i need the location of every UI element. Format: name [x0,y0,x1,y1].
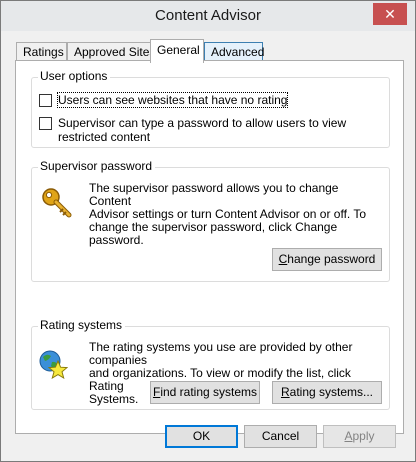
tab-ratings-label: Ratings [23,45,64,59]
general-tab-panel: User options Users can see websites that… [15,60,404,434]
tab-advanced[interactable]: Advanced [204,42,265,61]
cancel-button[interactable]: Cancel [244,425,317,448]
no-rating-option-label: Users can see websites that have no rati… [56,92,289,108]
no-rating-option[interactable]: Users can see websites that have no rati… [39,92,289,108]
tab-approved-sites-label: Approved Sites [74,45,156,59]
window-title: Content Advisor [155,7,261,24]
tab-ratings[interactable]: Ratings [16,42,67,61]
apply-accesskey: A [344,429,353,443]
supervisor-password-description: The supervisor password allows you to ch… [89,182,379,247]
supervisor-override-option-label: Supervisor can type a password to allow … [58,116,346,144]
change-password-accesskey: C [278,252,288,266]
tab-general-label: General [157,43,200,57]
apply-button[interactable]: Apply [323,425,396,448]
find-rating-systems-button[interactable]: Find rating systems [150,381,260,404]
apply-button-label: pply [352,429,375,443]
rating-systems-group: Rating systems The rating systems you us… [31,318,390,410]
tab-advanced-label: Advanced [211,45,265,59]
rating-systems-accesskey: R [280,385,290,399]
key-icon [42,188,72,218]
no-rating-checkbox[interactable] [39,94,52,107]
tab-general[interactable]: General [150,39,204,63]
supervisor-password-desc-line1: The supervisor password allows you to ch… [89,181,339,208]
change-password-button[interactable]: Change password [272,248,382,271]
close-button[interactable]: ✕ [373,3,407,25]
tab-approved-sites[interactable]: Approved Sites [67,42,155,61]
rating-systems-desc-line1: The rating systems you use are provided … [89,340,353,367]
supervisor-password-label: Supervisor password [38,159,156,173]
dialog-client-area: Ratings Approved Sites General Advanced … [7,31,409,457]
rating-systems-button[interactable]: Rating systems... [272,381,382,404]
globe-star-icon [39,350,68,379]
content-advisor-dialog: Content Advisor ✕ Ratings Approved Sites… [0,0,416,462]
title-bar[interactable]: Content Advisor ✕ [1,1,415,31]
ok-button[interactable]: OK [165,425,238,448]
supervisor-override-option[interactable]: Supervisor can type a password to allow … [39,116,346,144]
supervisor-override-line2: restricted content [58,130,151,144]
find-rating-systems-button-label: ind rating systems [160,385,258,399]
supervisor-password-desc-line4: password. [89,233,144,247]
user-options-group: User options Users can see websites that… [31,69,390,148]
user-options-label: User options [38,69,111,83]
supervisor-password-group: Supervisor password The supervisor passw… [31,159,390,282]
change-password-button-label: hange password [287,252,376,266]
supervisor-override-checkbox[interactable] [39,117,52,130]
rating-systems-button-label: ating systems... [289,385,374,399]
rating-systems-label: Rating systems [38,318,126,332]
supervisor-override-line1: Supervisor can type a password to allow … [58,116,347,130]
